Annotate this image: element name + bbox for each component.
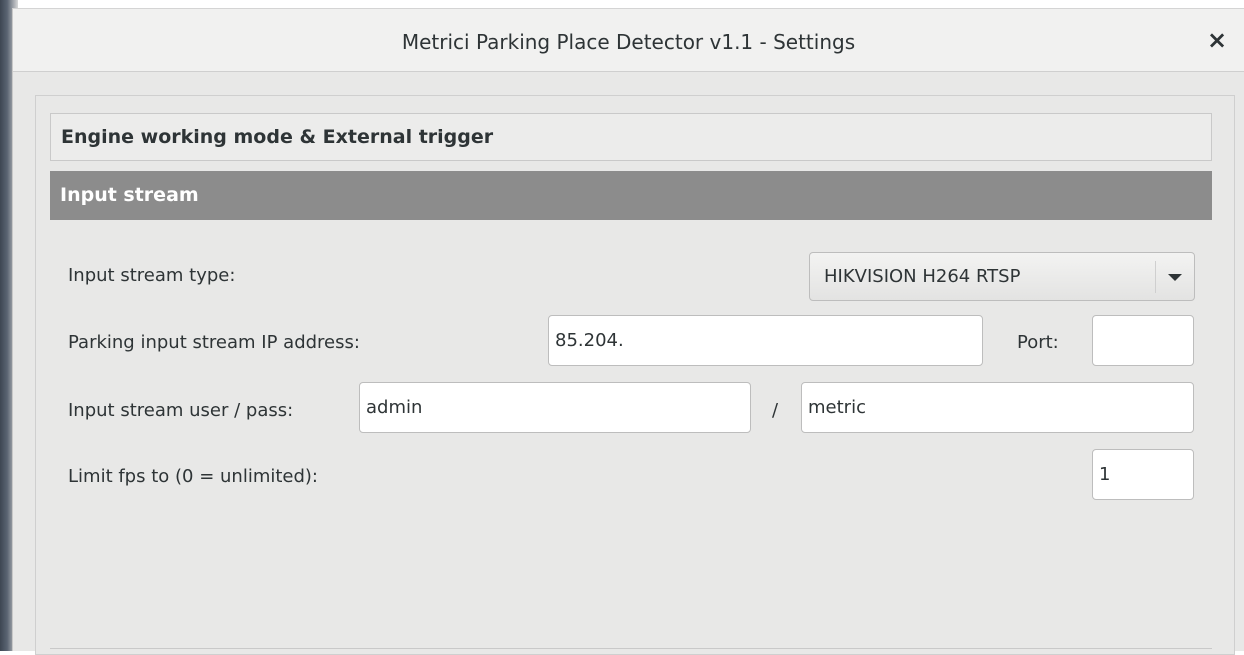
stream-type-value: HIKVISION H264 RTSP xyxy=(824,266,1021,287)
combo-divider xyxy=(1155,261,1156,293)
port-input[interactable] xyxy=(1092,315,1194,366)
ip-address-input[interactable] xyxy=(548,315,983,366)
close-button[interactable]: × xyxy=(1204,27,1230,53)
ip-address-label: Parking input stream IP address: xyxy=(68,332,360,353)
next-section-edge xyxy=(50,648,1212,649)
window-title: Metrici Parking Place Detector v1.1 - Se… xyxy=(401,30,856,54)
chevron-down-icon xyxy=(1168,274,1182,281)
user-pass-separator: / xyxy=(772,400,779,421)
section-title-input-stream: Input stream xyxy=(60,184,199,206)
fps-limit-label: Limit fps to (0 = unlimited): xyxy=(68,466,318,487)
section-header-engine-mode[interactable]: Engine working mode & External trigger xyxy=(50,113,1212,161)
stream-type-select[interactable]: HIKVISION H264 RTSP xyxy=(809,252,1195,301)
username-input[interactable] xyxy=(359,382,751,433)
title-bar: Metrici Parking Place Detector v1.1 - Se… xyxy=(13,9,1244,72)
settings-dialog: Metrici Parking Place Detector v1.1 - Se… xyxy=(12,8,1244,655)
close-icon: × xyxy=(1206,26,1228,54)
password-input[interactable] xyxy=(801,382,1194,433)
section-title-engine-mode: Engine working mode & External trigger xyxy=(61,126,494,148)
port-label: Port: xyxy=(1017,332,1059,353)
user-pass-label: Input stream user / pass: xyxy=(68,400,294,421)
settings-content: Engine working mode & External trigger I… xyxy=(35,95,1235,655)
fps-limit-input[interactable] xyxy=(1092,449,1194,500)
section-header-input-stream[interactable]: Input stream xyxy=(50,171,1212,220)
stream-type-label: Input stream type: xyxy=(68,265,236,286)
